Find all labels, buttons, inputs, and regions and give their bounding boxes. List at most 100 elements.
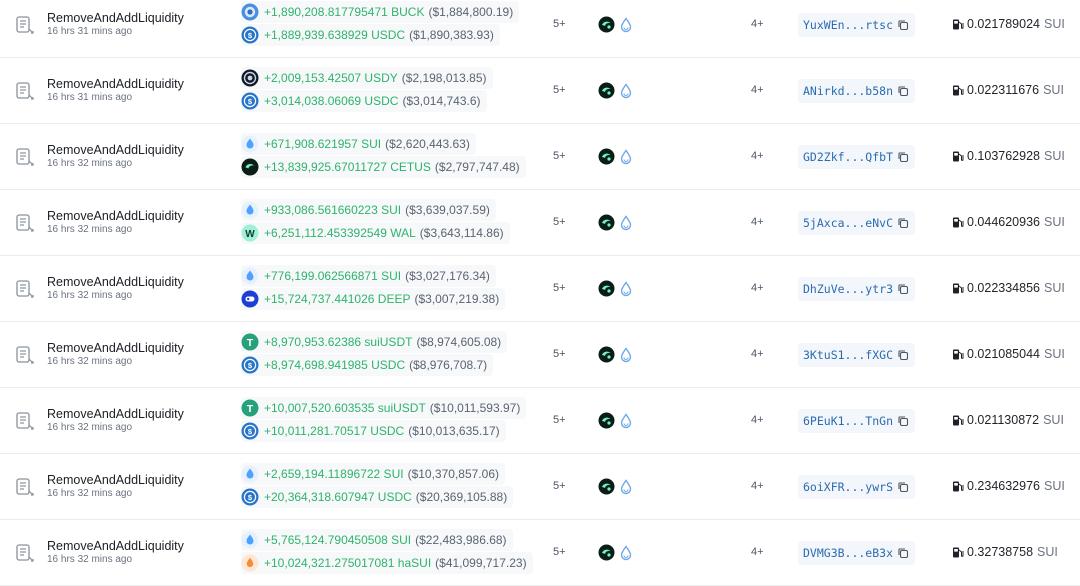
balance-change-amount: +2,659,194.11896722 SUI [264, 467, 404, 481]
objects-count: 5+ [553, 282, 566, 294]
objects-count: 5+ [553, 84, 566, 96]
sender-address[interactable]: YuxWEn...rtsc [798, 13, 916, 37]
balance-change: +671,908.621957 SUI ($2,620,443.63) [241, 133, 476, 155]
cetus-protocol-icon[interactable] [598, 544, 615, 561]
transaction-type[interactable]: RemoveAndAddLiquidity [47, 341, 184, 355]
cetus-coin-icon [241, 158, 259, 176]
protocols [598, 280, 633, 297]
fuel-pump-icon [952, 348, 964, 361]
gas-fee-unit: SUI [1043, 83, 1064, 97]
hasui-coin-icon [241, 554, 259, 572]
sui-drop-icon[interactable] [619, 412, 633, 429]
usdc-coin-icon: $ [241, 356, 259, 374]
copy-icon[interactable] [897, 85, 909, 97]
copy-icon[interactable] [897, 19, 909, 31]
cetus-protocol-icon[interactable] [598, 412, 615, 429]
gas-fee-value: 0.103762928 [967, 149, 1040, 163]
fuel-pump-icon [952, 216, 964, 229]
transaction-time: 16 hrs 32 mins ago [47, 554, 133, 565]
sender-address-text[interactable]: YuxWEn...rtsc [803, 18, 893, 32]
events-count: 4+ [751, 414, 764, 426]
balance-change-amount: +8,974,698.941985 USDC [264, 358, 406, 372]
sender-address-text[interactable]: 6oiXFR...ywrS [803, 480, 893, 494]
cetus-protocol-icon[interactable] [598, 280, 615, 297]
gas-fee-unit: SUI [1044, 149, 1065, 163]
copy-icon[interactable] [897, 415, 909, 427]
copy-icon[interactable] [897, 547, 909, 559]
svg-text:T: T [247, 403, 254, 415]
protocols [598, 544, 633, 561]
balance-change-usd: ($1,890,383.93) [409, 28, 494, 42]
balance-change-usd: ($20,369,105.88) [415, 490, 508, 504]
sender-address-text[interactable]: ANirkd...b58n [803, 84, 893, 98]
sender-address[interactable]: 6oiXFR...ywrS [798, 475, 916, 499]
balance-change-amount: +2,009,153.42507 USDY [264, 71, 398, 85]
sender-address-text[interactable]: 6PEuK1...TnGn [803, 414, 893, 428]
sender-address[interactable]: ANirkd...b58n [798, 79, 916, 103]
transaction-time: 16 hrs 32 mins ago [47, 356, 133, 367]
copy-icon[interactable] [897, 481, 909, 493]
sender-address-text[interactable]: DVMG3B...eB3x [803, 546, 893, 560]
sui-drop-icon[interactable] [619, 544, 633, 561]
protocols [598, 478, 633, 495]
cetus-protocol-icon[interactable] [598, 346, 615, 363]
transaction-type[interactable]: RemoveAndAddLiquidity [47, 473, 184, 487]
sender-address-text[interactable]: GD2Zkf...QfbT [803, 150, 893, 164]
balance-change-usd: ($22,483,986.68) [415, 533, 507, 547]
gas-fee-value: 0.044620936 [967, 215, 1040, 229]
gas-fee-value: 0.32738758 [967, 545, 1034, 559]
sender-address-text[interactable]: DhZuVe...ytr3 [803, 282, 893, 296]
sui-drop-icon[interactable] [619, 280, 633, 297]
transaction-time: 16 hrs 32 mins ago [47, 224, 133, 235]
sui-drop-icon[interactable] [619, 148, 633, 165]
fuel-pump-icon [952, 282, 964, 295]
sui-drop-icon[interactable] [619, 346, 633, 363]
sender-address[interactable]: 3KtuS1...fXGC [798, 343, 916, 367]
cetus-protocol-icon[interactable] [598, 214, 615, 231]
transaction-type[interactable]: RemoveAndAddLiquidity [47, 143, 184, 157]
sui-drop-icon[interactable] [619, 82, 633, 99]
sui-drop-icon[interactable] [619, 16, 633, 33]
balance-change-amount: +13,839,925.67011727 CETUS [264, 160, 431, 174]
sender-address[interactable]: GD2Zkf...QfbT [798, 145, 916, 169]
copy-icon[interactable] [897, 349, 909, 361]
balance-change-amount: +776,199.062566871 SUI [264, 269, 402, 283]
protocols [598, 16, 633, 33]
transaction-type[interactable]: RemoveAndAddLiquidity [47, 275, 184, 289]
balance-change: T +10,007,520.603535 suiUSDT ($10,011,593.… [241, 397, 527, 419]
copy-icon[interactable] [897, 217, 909, 229]
fuel-pump-icon [952, 84, 964, 97]
transaction-type[interactable]: RemoveAndAddLiquidity [47, 209, 184, 223]
balance-change-amount: +933,086.561660223 SUI [264, 203, 402, 217]
sui-drop-icon[interactable] [619, 214, 633, 231]
balance-change-amount: +10,024,321.275017081 haSUI [264, 556, 432, 570]
table-row: RemoveAndAddLiquidity 16 hrs 31 mins ago +… [0, 58, 1080, 124]
transaction-type[interactable]: RemoveAndAddLiquidity [47, 77, 184, 91]
cetus-protocol-icon[interactable] [598, 478, 615, 495]
copy-icon[interactable] [897, 283, 909, 295]
transaction-type[interactable]: RemoveAndAddLiquidity [47, 407, 184, 421]
copy-icon[interactable] [897, 151, 909, 163]
cetus-protocol-icon[interactable] [598, 82, 615, 99]
gas-fee-unit: SUI [1044, 17, 1065, 31]
cetus-protocol-icon[interactable] [598, 16, 615, 33]
usdy-coin-icon [241, 69, 259, 87]
balance-change-usd: ($2,797,747.48) [434, 160, 520, 174]
transaction-time: 16 hrs 31 mins ago [47, 92, 133, 103]
sender-address-text[interactable]: 5jAxca...eNvC [803, 216, 893, 230]
transaction-type[interactable]: RemoveAndAddLiquidity [47, 539, 184, 553]
balance-change-amount: +5,765,124.790450508 SUI [264, 533, 412, 547]
balance-change-amount: +6,251,112.453392549 WAL [264, 226, 416, 240]
gas-fee: 0.021789024 SUI [952, 17, 1065, 31]
sender-address[interactable]: DhZuVe...ytr3 [798, 277, 916, 301]
gas-fee-value: 0.022311676 [967, 83, 1040, 97]
transaction-type[interactable]: RemoveAndAddLiquidity [47, 11, 184, 25]
sender-address[interactable]: DVMG3B...eB3x [798, 541, 916, 565]
events-count: 4+ [751, 84, 764, 96]
sui-drop-icon[interactable] [619, 478, 633, 495]
sender-address[interactable]: 6PEuK1...TnGn [798, 409, 916, 433]
balance-change: $ +10,011,281.70517 USDC ($10,013,635.17) [241, 420, 506, 442]
cetus-protocol-icon[interactable] [598, 148, 615, 165]
sender-address[interactable]: 5jAxca...eNvC [798, 211, 916, 235]
sender-address-text[interactable]: 3KtuS1...fXGC [803, 348, 893, 362]
